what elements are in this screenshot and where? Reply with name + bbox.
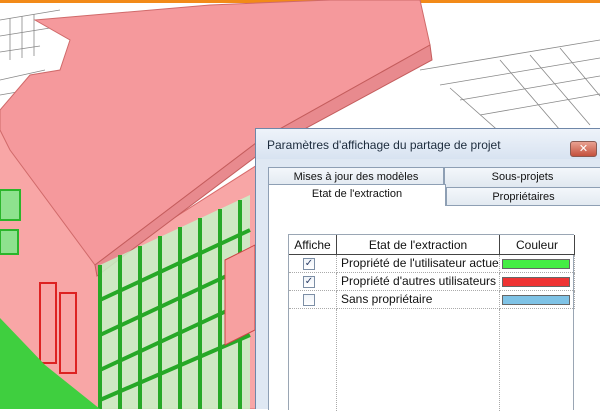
close-button[interactable]: ✕: [570, 141, 597, 157]
table-row-color-cell[interactable]: [500, 291, 575, 309]
color-swatch-no-owner[interactable]: [502, 295, 570, 305]
table-row-display-cell: ✓: [289, 255, 337, 273]
project-sharing-display-dialog: Paramètres d'affichage du partage de pro…: [255, 128, 600, 411]
checkout-status-table: Affiche Etat de l'extraction Couleur ✓ P…: [288, 234, 575, 411]
show-checkbox-no-owner[interactable]: [303, 294, 315, 306]
column-header-display[interactable]: Affiche: [289, 235, 337, 255]
dialog-title: Paramètres d'affichage du partage de pro…: [267, 138, 501, 152]
table-row-label: Propriété d'autres utilisateurs: [337, 273, 500, 291]
close-icon: ✕: [578, 143, 589, 155]
table-row-label: Sans propriétaire: [337, 291, 500, 309]
wall-recess: [224, 244, 256, 346]
color-swatch-other-users[interactable]: [502, 277, 570, 287]
table-row-color-cell[interactable]: [500, 273, 575, 291]
tab-owners[interactable]: Propriétaires: [446, 187, 600, 207]
column-divider: [336, 309, 338, 411]
tab-checkout-status[interactable]: Etat de l'extraction: [268, 184, 446, 206]
color-swatch-current-user[interactable]: [502, 259, 570, 269]
column-header-color[interactable]: Couleur: [500, 235, 575, 255]
column-divider: [499, 309, 501, 411]
table-row-display-cell: [289, 291, 337, 309]
dialog-titlebar[interactable]: Paramètres d'affichage du partage de pro…: [256, 129, 600, 159]
tab-subprojects[interactable]: Sous-projets: [444, 167, 600, 187]
table-row-color-cell[interactable]: [500, 255, 575, 273]
column-header-status[interactable]: Etat de l'extraction: [337, 235, 500, 255]
table-row-label: Propriété de l'utilisateur actue: [337, 255, 500, 273]
show-checkbox-current-user[interactable]: ✓: [303, 258, 315, 270]
table-row-display-cell: ✓: [289, 273, 337, 291]
show-checkbox-other-users[interactable]: ✓: [303, 276, 315, 288]
